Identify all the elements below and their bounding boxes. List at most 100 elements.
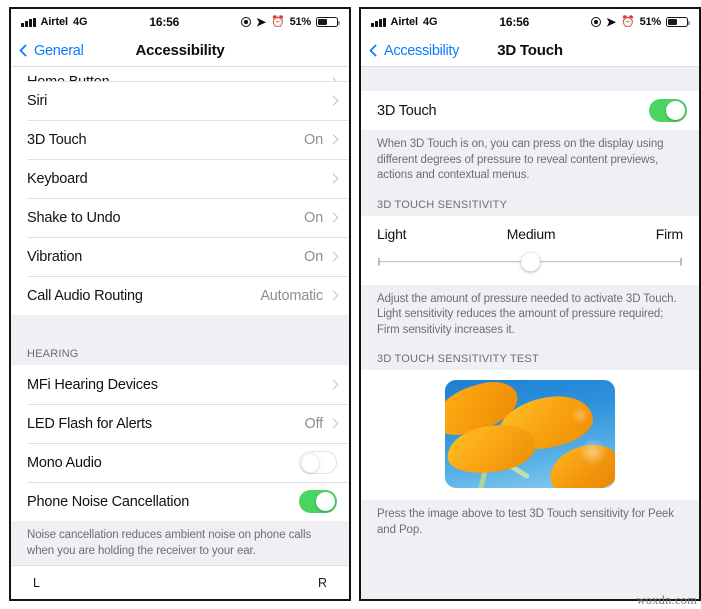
- slider-max-label: Firm: [655, 225, 683, 242]
- main-toggle-group: 3D Touch: [361, 91, 699, 130]
- slider-thumb[interactable]: [520, 252, 540, 271]
- list-item-keyboard[interactable]: Keyboard: [11, 159, 349, 198]
- chevron-right-icon: [328, 95, 339, 106]
- list-item-3d-touch[interactable]: 3D Touch On: [11, 120, 349, 159]
- status-bar-right-group: ➤ ⏰ 51%: [241, 15, 341, 29]
- lens-flare: [579, 438, 607, 466]
- top-spacer: [361, 67, 699, 91]
- chevron-right-icon: [328, 379, 339, 390]
- list-item-value: Off: [304, 415, 324, 432]
- list-item-value: On: [304, 131, 323, 148]
- slider-min-label: Light: [377, 225, 407, 242]
- section-gap: [11, 315, 349, 341]
- slider-cap-left: [378, 257, 380, 266]
- list-item-label: Vibration: [27, 248, 83, 265]
- poppy-flower-test-image[interactable]: [445, 380, 615, 488]
- list-item-value: On: [304, 209, 323, 226]
- list-item-label: 3D Touch: [27, 131, 87, 148]
- signal-bars-icon: [21, 17, 36, 27]
- list-item-label: Phone Noise Cancellation: [27, 493, 190, 510]
- section-footer-3d-touch: When 3D Touch is on, you can press on th…: [361, 130, 699, 192]
- battery-percent-label: 51%: [289, 16, 312, 28]
- toggle-knob: [301, 453, 321, 473]
- network-type-label: 4G: [73, 16, 88, 28]
- right-scroll-body[interactable]: 3D Touch When 3D Touch is on, you can pr…: [361, 67, 699, 599]
- list-item-label: Call Audio Routing: [27, 287, 143, 304]
- interaction-group: Home Button Siri 3D Touch On Keyboard: [11, 67, 349, 315]
- 3d-touch-toggle[interactable]: [649, 99, 687, 122]
- status-bar-right-group: ➤ ⏰ 51%: [591, 15, 691, 29]
- list-item-label: Mono Audio: [27, 454, 102, 471]
- list-item-mfi-hearing-devices[interactable]: MFi Hearing Devices: [11, 365, 349, 404]
- list-item-mono-audio[interactable]: Mono Audio: [11, 443, 349, 482]
- toggle-knob: [316, 491, 336, 512]
- list-item-led-flash-for-alerts[interactable]: LED Flash for Alerts Off: [11, 404, 349, 443]
- watermark-label: woxdn.com: [636, 593, 697, 607]
- section-header-sensitivity: 3D TOUCH SENSITIVITY: [361, 191, 699, 216]
- back-button-label: Accessibility: [384, 42, 460, 59]
- slider-cap-right: [680, 257, 682, 266]
- clock-label: 16:56: [149, 15, 180, 29]
- battery-icon: [316, 16, 341, 28]
- battery-percent-label: 51%: [639, 16, 662, 28]
- list-item-vibration[interactable]: Vibration On: [11, 237, 349, 276]
- clock-label: 16:56: [499, 15, 530, 29]
- balance-left-label: L: [33, 575, 40, 590]
- chevron-right-icon: [328, 251, 339, 262]
- back-button-label: General: [34, 42, 84, 59]
- right-phone-3d-touch-screen: Airtel 4G 16:56 ➤ ⏰ 51% Accessibility 3D…: [359, 7, 701, 601]
- phone-noise-cancellation-toggle[interactable]: [299, 490, 337, 513]
- list-item-siri[interactable]: Siri: [11, 81, 349, 120]
- list-item-label: Siri: [27, 92, 48, 109]
- audio-balance-bar[interactable]: L R: [11, 565, 349, 599]
- section-footer-hearing: Noise cancellation reduces ambient noise…: [11, 521, 349, 565]
- do-not-disturb-icon: [591, 17, 601, 27]
- carrier-label: Airtel: [40, 16, 69, 28]
- chevron-left-icon: [369, 44, 382, 57]
- chevron-right-icon: [328, 173, 339, 184]
- lens-flare: [571, 406, 589, 424]
- toggle-knob: [666, 100, 686, 121]
- list-item-shake-to-undo[interactable]: Shake to Undo On: [11, 198, 349, 237]
- back-button-general[interactable]: General: [19, 42, 84, 59]
- list-item-phone-noise-cancellation[interactable]: Phone Noise Cancellation: [11, 482, 349, 521]
- list-item-label: Home Button: [27, 74, 330, 81]
- location-arrow-icon: ➤: [256, 15, 266, 29]
- list-item-call-audio-routing[interactable]: Call Audio Routing Automatic: [11, 276, 349, 315]
- slider-labels: Light Medium Firm: [375, 226, 685, 242]
- alarm-clock-icon: ⏰: [620, 15, 635, 28]
- nav-bar-left: General Accessibility: [11, 35, 349, 67]
- section-footer-sensitivity: Adjust the amount of pressure needed to …: [361, 284, 699, 346]
- list-item-label: 3D Touch: [377, 102, 437, 119]
- left-scroll-body[interactable]: Home Button Siri 3D Touch On Keyboard: [11, 67, 349, 565]
- chevron-right-icon: [328, 212, 339, 223]
- section-header-hearing: HEARING: [11, 341, 349, 365]
- sensitivity-slider-block: Light Medium Firm: [361, 215, 699, 285]
- list-item-label: LED Flash for Alerts: [27, 415, 152, 432]
- list-item-label: MFi Hearing Devices: [27, 376, 158, 393]
- list-item-label: Keyboard: [27, 170, 88, 187]
- location-arrow-icon: ➤: [606, 15, 616, 29]
- section-header-sensitivity-test: 3D TOUCH SENSITIVITY TEST: [361, 346, 699, 370]
- status-bar-left-group: Airtel 4G: [371, 16, 438, 28]
- nav-bar-right: Accessibility 3D Touch: [361, 35, 699, 67]
- list-item-value: On: [304, 248, 323, 265]
- balance-right-label: R: [317, 575, 327, 590]
- chevron-right-icon: [328, 134, 339, 145]
- signal-bars-icon: [371, 17, 386, 27]
- carrier-label: Airtel: [390, 16, 419, 28]
- back-button-accessibility[interactable]: Accessibility: [369, 42, 460, 59]
- status-bar-left: Airtel 4G 16:56 ➤ ⏰ 51%: [11, 9, 349, 35]
- list-item-3d-touch-toggle[interactable]: 3D Touch: [361, 91, 699, 130]
- battery-icon: [666, 16, 691, 28]
- list-item-value: Automatic: [260, 287, 323, 304]
- mono-audio-toggle[interactable]: [299, 451, 337, 474]
- chevron-left-icon: [19, 44, 32, 57]
- list-item-home-button[interactable]: Home Button: [11, 67, 349, 81]
- chevron-right-icon: [328, 418, 339, 429]
- screenshot-stage: Airtel 4G 16:56 ➤ ⏰ 51% General Accessib…: [0, 0, 701, 609]
- left-phone-accessibility-screen: Airtel 4G 16:56 ➤ ⏰ 51% General Accessib…: [9, 7, 351, 601]
- sensitivity-slider[interactable]: [375, 251, 685, 273]
- section-footer-sensitivity-test: Press the image above to test 3D Touch s…: [361, 500, 699, 546]
- status-bar-left-group: Airtel 4G: [21, 16, 88, 28]
